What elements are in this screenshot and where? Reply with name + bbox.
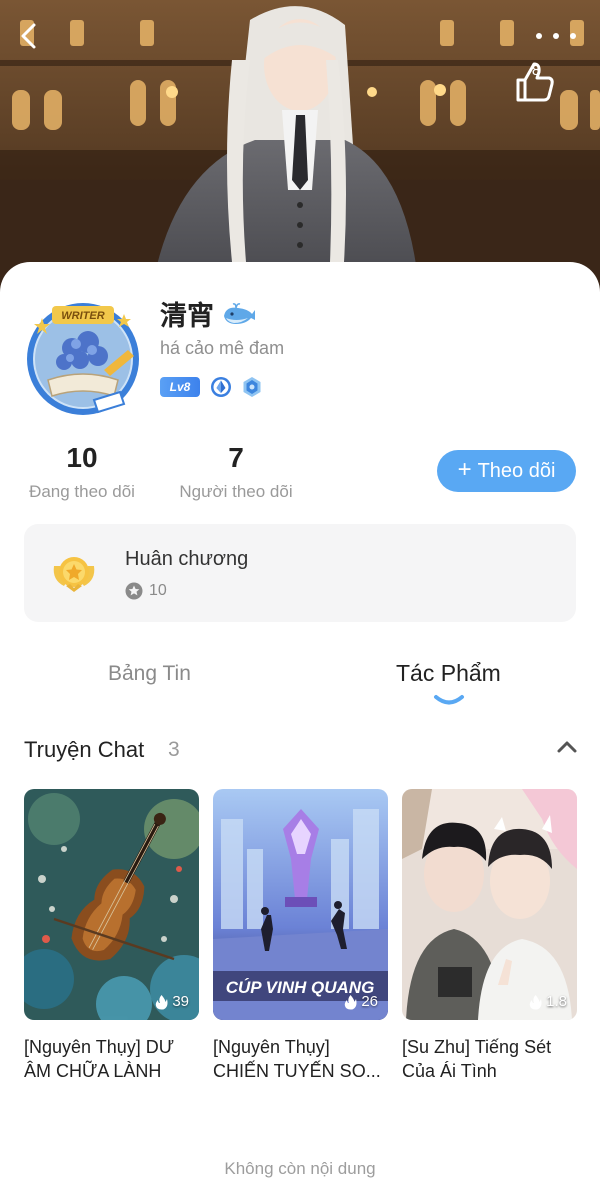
medal-count: 10: [125, 582, 167, 600]
thumbs-up-icon: [516, 62, 554, 102]
story-card[interactable]: 1.8 [Su Zhu] Tiếng Sét Của Ái Tình: [402, 789, 577, 1083]
story-heat: 39: [155, 993, 189, 1010]
esports-trophy-cover: CÚP VINH QUANG: [213, 789, 388, 1020]
followers-label: Người theo dõi: [179, 482, 293, 501]
level-badge[interactable]: Lv8: [160, 377, 200, 397]
story-heat-value: 1.8: [546, 993, 567, 1010]
story-card[interactable]: CÚP VINH QUANG 26 [Nguyên Thụy] CHIẾN TU…: [213, 789, 388, 1083]
profile-badges: Lv8: [160, 376, 272, 398]
like-button[interactable]: 8: [512, 60, 560, 130]
two-boys-photo-cover: [402, 789, 577, 1020]
follow-button[interactable]: + Theo dõi: [437, 450, 576, 492]
story-cover[interactable]: 39: [24, 789, 199, 1020]
story-card[interactable]: 39 [Nguyên Thụy] DƯ ÂM CHỮA LÀNH: [24, 789, 199, 1083]
fire-icon: [529, 994, 542, 1010]
story-heat-value: 26: [361, 993, 378, 1010]
section-count: 3: [168, 738, 180, 761]
following-count: 10: [66, 442, 98, 473]
follow-button-label: Theo dõi: [477, 459, 556, 482]
more-dot: [553, 33, 559, 39]
profile-bio: há cảo mê đam: [160, 338, 285, 358]
chevron-up-icon[interactable]: [556, 740, 578, 754]
whale-icon: [224, 302, 255, 324]
story-title[interactable]: [Su Zhu] Tiếng Sét Của Ái Tình: [402, 1035, 577, 1083]
violin-painting-cover: [24, 789, 199, 1020]
plus-icon: +: [457, 456, 472, 483]
hexagon-gem-icon[interactable]: [242, 376, 262, 398]
tab-works[interactable]: Tác Phẩm: [396, 660, 501, 687]
fire-icon: [345, 994, 357, 1010]
more-options-button[interactable]: [536, 26, 576, 46]
end-of-content-text: Không còn nội dung: [224, 1159, 376, 1178]
more-dot: [536, 33, 542, 39]
back-button[interactable]: [18, 22, 52, 56]
medal-title: Huân chương: [125, 548, 249, 570]
story-heat: 1.8: [529, 993, 567, 1010]
profile-name: 清宵: [160, 294, 256, 333]
profile-sheet: WRITER 清宵 há cảo mê đam Lv8 10 Đang theo…: [0, 262, 600, 1204]
followers-stat[interactable]: 7 Người theo dõi: [175, 442, 297, 502]
story-cover[interactable]: 1.8: [402, 789, 577, 1020]
banner-illustration: [0, 0, 600, 300]
fire-icon: [156, 994, 168, 1010]
story-heat: 26: [344, 993, 378, 1010]
profile-banner: 8: [0, 0, 600, 300]
avatar-badge-text: WRITER: [61, 310, 104, 322]
followers-count: 7: [228, 442, 244, 473]
more-dot: [570, 33, 576, 39]
following-label: Đang theo dõi: [29, 482, 135, 501]
tab-feed[interactable]: Bảng Tin: [108, 662, 191, 686]
profile-name-text: 清宵: [160, 301, 214, 332]
story-cover[interactable]: CÚP VINH QUANG 26: [213, 789, 388, 1020]
star-coin-icon: [125, 582, 143, 600]
story-heat-value: 39: [172, 993, 189, 1010]
story-title[interactable]: [Nguyên Thụy] CHIẾN TUYẾN SO...: [213, 1035, 388, 1083]
chevron-left-icon: [21, 23, 36, 49]
droplet-gem-icon[interactable]: [210, 376, 232, 398]
medal-card[interactable]: Huân chương 10: [24, 524, 576, 622]
medal-count-value: 10: [149, 582, 167, 599]
section-title: Truyện Chat: [24, 737, 145, 762]
medal-icon: [53, 557, 95, 592]
active-tab-indicator: [434, 695, 464, 705]
avatar[interactable]: WRITER: [24, 300, 142, 418]
following-stat[interactable]: 10 Đang theo dõi: [24, 442, 140, 502]
story-title[interactable]: [Nguyên Thụy] DƯ ÂM CHỮA LÀNH: [24, 1035, 199, 1083]
writer-avatar-frame: WRITER: [27, 303, 139, 415]
